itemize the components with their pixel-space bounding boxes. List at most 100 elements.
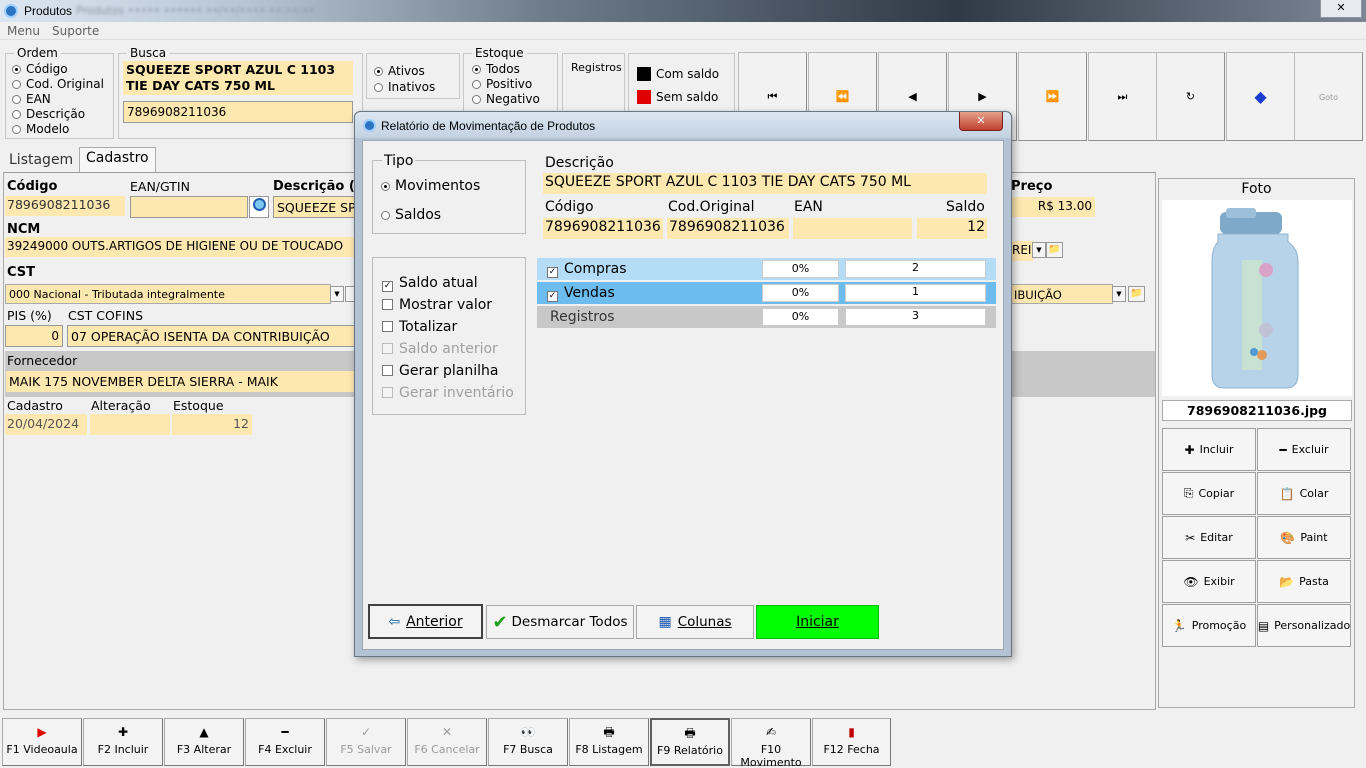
footer-f7-button[interactable]: 👀 F7 Busca <box>488 718 568 766</box>
option-totalizar[interactable]: Totalizar <box>382 319 457 335</box>
footer-f3-button[interactable]: ▲ F3 Alterar <box>164 718 244 766</box>
iniciar-button[interactable]: Iniciar <box>756 605 879 639</box>
magnifier-globe-icon <box>252 198 266 211</box>
ordem-option-ean[interactable]: EAN <box>12 92 104 107</box>
radio-icon <box>12 80 21 89</box>
ordem-option-codigo[interactable]: Código <box>12 62 104 77</box>
dlg-saldo-field: 12 <box>917 218 987 239</box>
colar-button[interactable]: 📋 Colar <box>1257 472 1351 515</box>
chevron-down-icon: ▼ <box>1036 246 1042 254</box>
window-title-blurred: Produtos ••••• •••••• ••/••/•••• ••:••:•… <box>76 4 316 17</box>
descricao-field[interactable]: SQUEEZE SP <box>273 196 359 218</box>
option-saldo-atual[interactable]: ✓ Saldo atual <box>382 275 478 292</box>
anterior-button[interactable]: ⇦ Anterior <box>368 604 483 639</box>
option-gerar-planilha[interactable]: Gerar planilha <box>382 363 498 379</box>
codigo-field[interactable]: 7896908211036 <box>5 196 125 216</box>
goto-button[interactable]: Goto <box>1294 52 1363 141</box>
footer-f1-button[interactable]: ▶ F1 Videoaula <box>2 718 82 766</box>
footer-f9-button[interactable]: 🖶 F9 Relatório <box>650 718 730 766</box>
colunas-button[interactable]: ▦ Colunas <box>636 605 754 639</box>
ncm-folder-button[interactable]: 📁 <box>1046 242 1063 258</box>
editar-button[interactable]: ✂ Editar <box>1162 516 1256 559</box>
eye-icon: 👁 <box>1183 574 1199 589</box>
filter-inativos[interactable]: Inativos <box>374 79 435 95</box>
radio-icon <box>12 110 21 119</box>
tipo-movimentos[interactable]: Movimentos <box>381 178 480 194</box>
filter-ativos[interactable]: Ativos <box>374 63 435 79</box>
excluir-button[interactable]: ━ Excluir <box>1257 428 1351 471</box>
bottle-image <box>1211 208 1299 389</box>
binoculars-icon: 👀 <box>520 725 536 739</box>
estoque-negativo[interactable]: Negativo <box>472 92 540 107</box>
last-record-button[interactable]: ⏭ <box>1088 52 1157 141</box>
footer-f8-button[interactable]: 🖶 F8 Listagem <box>569 718 649 766</box>
footer-f10-button[interactable]: ✍ F10 Movimento <box>731 718 811 768</box>
pis-field[interactable]: 0 <box>5 325 63 347</box>
button-label: Promoção <box>1191 619 1247 632</box>
menu-item-suporte[interactable]: Suporte <box>52 24 99 38</box>
footer-f2-button[interactable]: ✚ F2 Incluir <box>83 718 163 766</box>
ncm-dropdown-button[interactable]: ▼ <box>1032 242 1046 258</box>
window-title: Produtos <box>24 4 73 18</box>
cst-dropdown-button[interactable]: ▼ <box>330 286 344 302</box>
tab-listagem[interactable]: Listagem <box>4 150 78 172</box>
up-arrow-icon: ▲ <box>199 725 209 739</box>
ean-search-button[interactable] <box>249 196 269 218</box>
dialog-title-bar: Relatório de Movimentação de Produtos ✕ <box>355 112 1011 138</box>
dlg-ean-label: EAN <box>794 199 823 215</box>
exibir-button[interactable]: 👁 Exibir <box>1162 560 1256 603</box>
desmarcar-todos-button[interactable]: ✔ Desmarcar Todos <box>486 605 634 639</box>
personalizado-button[interactable]: ▤ Personalizado <box>1257 604 1351 647</box>
paint-button[interactable]: 🎨 Paint <box>1257 516 1351 559</box>
ordem-option-descricao[interactable]: Descrição <box>12 107 104 122</box>
footer-f6-button[interactable]: ✕ F6 Cancelar <box>407 718 487 766</box>
youtube-icon: ▶ <box>37 725 47 739</box>
preco-field[interactable]: R$ 13.00 <box>1011 197 1095 217</box>
minus-icon: ━ <box>1279 442 1287 457</box>
row-label[interactable]: ✓ Vendas <box>547 285 615 302</box>
promoo-button[interactable]: 🏃 Promoção <box>1162 604 1256 647</box>
cst-right-select[interactable]: IBUIÇÃO <box>1011 284 1113 304</box>
busca-description: SQUEEZE SPORT AZUL C 1103 TIE DAY CATS 7… <box>123 61 353 95</box>
cstcofins-label: CST COFINS <box>68 308 143 323</box>
folder-icon: 📁 <box>1130 288 1143 299</box>
refresh-button[interactable]: ↻ <box>1156 52 1225 141</box>
option-mostrar-valor[interactable]: Mostrar valor <box>382 297 492 313</box>
prev-page-icon: ⏪ <box>835 90 850 103</box>
product-photo[interactable] <box>1162 200 1352 396</box>
ean-label: EAN/GTIN <box>130 179 190 194</box>
ean-input[interactable] <box>130 196 248 218</box>
row-label[interactable]: ✓ Compras <box>547 261 627 278</box>
close-button[interactable]: ✕ <box>1320 0 1362 18</box>
cst-select[interactable]: 000 Nacional - Tributada integralmente <box>5 284 331 304</box>
cst-right-dropdown-button[interactable]: ▼ <box>1112 286 1126 302</box>
footer-label: F6 Cancelar <box>414 743 480 756</box>
menu-item-menu[interactable]: Menu <box>7 24 40 38</box>
ordem-option-modelo[interactable]: Modelo <box>12 122 104 137</box>
cst-right-folder-button[interactable]: 📁 <box>1128 286 1145 302</box>
fornecedor-field[interactable]: MAIK 175 NOVEMBER DELTA SIERRA - MAIK <box>6 371 359 392</box>
dialog-close-button[interactable]: ✕ <box>959 112 1003 131</box>
cstcofins-field[interactable]: 07 OPERAÇÃO ISENTA DA CONTRIBUIÇÃO <box>67 325 359 347</box>
busca-code-input[interactable]: 7896908211036 <box>123 101 353 123</box>
footer-f4-button[interactable]: ━ F4 Excluir <box>245 718 325 766</box>
estoque-todos[interactable]: Todos <box>472 62 540 77</box>
ncm-field[interactable]: 39249000 OUTS.ARTIGOS DE HIGIENE OU DE T… <box>5 237 359 257</box>
tab-cadastro[interactable]: Cadastro <box>79 147 156 173</box>
copiar-button[interactable]: ⎘ Copiar <box>1162 472 1256 515</box>
estoque-positivo[interactable]: Positivo <box>472 77 540 92</box>
tipo-saldos[interactable]: Saldos <box>381 207 441 223</box>
ncm-right-field[interactable]: REI <box>1011 241 1033 261</box>
pasta-button[interactable]: 📂 Pasta <box>1257 560 1351 603</box>
footer-f12-button[interactable]: ▮ F12 Fecha <box>812 718 891 766</box>
printer-icon: 🖶 <box>684 726 696 740</box>
eraser-button[interactable]: ◆ <box>1226 52 1295 141</box>
cst-label: CST <box>7 265 36 280</box>
next-page-button[interactable]: ⏩ <box>1018 52 1087 141</box>
table-icon: ▦ <box>658 614 672 630</box>
ordem-option-cod-original[interactable]: Cod. Original <box>12 77 104 92</box>
legend-label-sem-saldo: Sem saldo <box>656 90 719 104</box>
footer-f5-button[interactable]: ✓ F5 Salvar <box>326 718 406 766</box>
arrow-left-icon: ⇦ <box>388 613 401 630</box>
incluir-button[interactable]: ✚ Incluir <box>1162 428 1256 471</box>
